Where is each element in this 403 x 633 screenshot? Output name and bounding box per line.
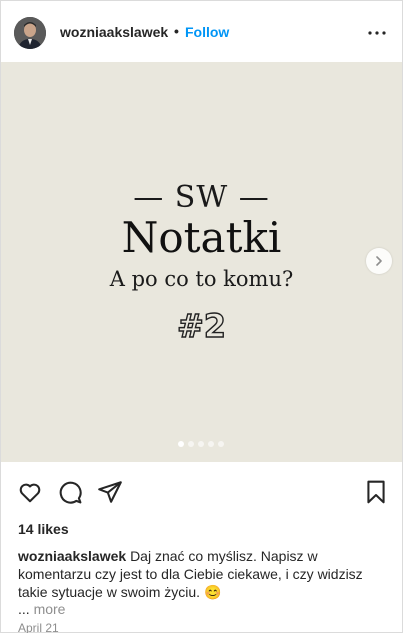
avatar-photo — [14, 17, 46, 49]
separator-dot: • — [174, 23, 179, 39]
heart-icon[interactable] — [17, 479, 43, 505]
carousel-dot — [208, 441, 214, 447]
follow-button[interactable]: Follow — [185, 24, 229, 40]
send-icon[interactable] — [97, 479, 123, 505]
chevron-right-icon — [376, 256, 382, 266]
carousel-dots — [178, 441, 224, 447]
post-date[interactable]: April 21 — [18, 621, 59, 633]
carousel-dot — [198, 441, 204, 447]
caption-more-line: ... more — [18, 601, 65, 617]
username[interactable]: wozniaakslawek — [60, 24, 168, 40]
more-horizontal-icon[interactable] — [365, 21, 389, 45]
slide-subtitle: A po co to komu? — [109, 267, 294, 291]
instagram-post: wozniaakslawek • Follow — SW — Notatki A… — [0, 0, 403, 633]
avatar[interactable] — [14, 17, 46, 49]
likes-count[interactable]: 14 likes — [18, 521, 69, 537]
slide-title: Notatki — [121, 213, 282, 262]
caption-ellipsis: ... — [18, 601, 30, 617]
carousel-dot — [218, 441, 224, 447]
carousel-dot-active — [178, 441, 184, 447]
caption-username[interactable]: wozniaakslawek — [18, 548, 126, 564]
caption: wozniaakslawek Daj znać co myślisz. Napi… — [18, 547, 378, 601]
slide-number: #2 — [176, 306, 227, 345]
post-image[interactable]: — SW — Notatki A po co to komu? #2 — [1, 62, 402, 462]
post-header: wozniaakslawek • Follow — [1, 1, 402, 62]
bookmark-icon[interactable] — [363, 479, 389, 505]
carousel-dot — [188, 441, 194, 447]
caption-more-link[interactable]: more — [34, 601, 66, 617]
next-slide-button[interactable] — [366, 248, 392, 274]
comment-icon[interactable] — [57, 479, 83, 505]
slide-small-title: — SW — — [133, 180, 270, 215]
